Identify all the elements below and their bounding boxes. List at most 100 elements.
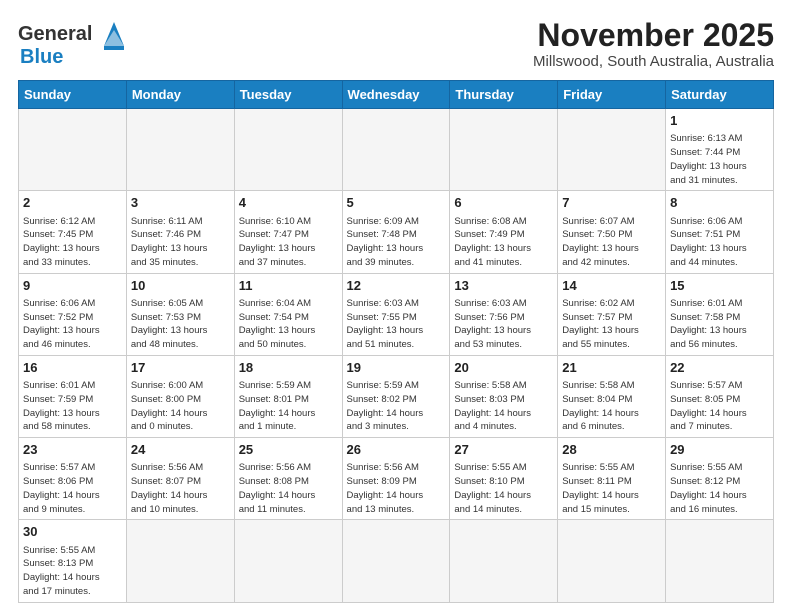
table-row: 25Sunrise: 5:56 AM Sunset: 8:08 PM Dayli… [234, 438, 342, 520]
day-number: 7 [562, 194, 661, 212]
day-info: Sunrise: 6:07 AM Sunset: 7:50 PM Dayligh… [562, 215, 661, 270]
table-row [450, 520, 558, 602]
day-number: 15 [670, 277, 769, 295]
col-wednesday: Wednesday [342, 81, 450, 109]
day-number: 28 [562, 441, 661, 459]
col-friday: Friday [558, 81, 666, 109]
day-number: 29 [670, 441, 769, 459]
calendar-week-row: 2 Sunrise: 6:12 AM Sunset: 7:45 PM Daylig… [19, 191, 774, 273]
day-number: 27 [454, 441, 553, 459]
table-row: 15 Sunrise: 6:01 AM Sunset: 7:58 PM Dayli… [666, 273, 774, 355]
day-number: 19 [347, 359, 446, 377]
day-number: 21 [562, 359, 661, 377]
day-number: 12 [347, 277, 446, 295]
table-row [234, 520, 342, 602]
day-info: Sunrise: 6:12 AM Sunset: 7:45 PM Dayligh… [23, 215, 122, 270]
table-row: 19 Sunrise: 5:59 AM Sunset: 8:02 PM Dayli… [342, 355, 450, 437]
day-info: Sunrise: 6:11 AM Sunset: 7:46 PM Dayligh… [131, 215, 230, 270]
table-row: 21Sunrise: 5:58 AM Sunset: 8:04 PM Dayli… [558, 355, 666, 437]
table-row: 9Sunrise: 6:06 AM Sunset: 7:52 PM Daylig… [19, 273, 127, 355]
col-monday: Monday [126, 81, 234, 109]
table-row: 29Sunrise: 5:55 AM Sunset: 8:12 PM Dayli… [666, 438, 774, 520]
page: General Blue November 2025 Millswood, So… [0, 0, 792, 613]
table-row: 6 Sunrise: 6:08 AM Sunset: 7:49 PM Daylig… [450, 191, 558, 273]
table-row: 1 Sunrise: 6:13 AM Sunset: 7:44 PM Daylig… [666, 109, 774, 191]
day-info: Sunrise: 6:00 AM Sunset: 8:00 PM Dayligh… [131, 379, 230, 434]
day-info: Sunrise: 5:57 AM Sunset: 8:06 PM Dayligh… [23, 461, 122, 516]
day-number: 2 [23, 194, 122, 212]
day-info: Sunrise: 5:56 AM Sunset: 8:07 PM Dayligh… [131, 461, 230, 516]
day-number: 8 [670, 194, 769, 212]
table-row [342, 520, 450, 602]
table-row: 28Sunrise: 5:55 AM Sunset: 8:11 PM Dayli… [558, 438, 666, 520]
day-info: Sunrise: 6:03 AM Sunset: 7:56 PM Dayligh… [454, 297, 553, 352]
day-info: Sunrise: 6:03 AM Sunset: 7:55 PM Dayligh… [347, 297, 446, 352]
day-info: Sunrise: 5:55 AM Sunset: 8:13 PM Dayligh… [23, 544, 122, 599]
day-number: 6 [454, 194, 553, 212]
calendar-title: November 2025 [533, 18, 774, 53]
col-thursday: Thursday [450, 81, 558, 109]
table-row: 7 Sunrise: 6:07 AM Sunset: 7:50 PM Daylig… [558, 191, 666, 273]
table-row: 14Sunrise: 6:02 AM Sunset: 7:57 PM Dayli… [558, 273, 666, 355]
logo-bird-icon [96, 18, 132, 50]
table-row [450, 109, 558, 191]
day-info: Sunrise: 6:01 AM Sunset: 7:58 PM Dayligh… [670, 297, 769, 352]
table-row [126, 109, 234, 191]
title-block: November 2025 Millswood, South Australia… [533, 18, 774, 70]
day-number: 22 [670, 359, 769, 377]
day-info: Sunrise: 6:09 AM Sunset: 7:48 PM Dayligh… [347, 215, 446, 270]
day-number: 26 [347, 441, 446, 459]
day-number: 30 [23, 523, 122, 541]
calendar-week-row: 16Sunrise: 6:01 AM Sunset: 7:59 PM Dayli… [19, 355, 774, 437]
day-info: Sunrise: 6:13 AM Sunset: 7:44 PM Dayligh… [670, 132, 769, 187]
table-row: 22 Sunrise: 5:57 AM Sunset: 8:05 PM Dayli… [666, 355, 774, 437]
table-row [666, 520, 774, 602]
table-row: 27 Sunrise: 5:55 AM Sunset: 8:10 PM Dayli… [450, 438, 558, 520]
table-row [558, 520, 666, 602]
calendar-subtitle: Millswood, South Australia, Australia [533, 53, 774, 70]
day-info: Sunrise: 6:02 AM Sunset: 7:57 PM Dayligh… [562, 297, 661, 352]
table-row: 20 Sunrise: 5:58 AM Sunset: 8:03 PM Dayli… [450, 355, 558, 437]
day-info: Sunrise: 5:56 AM Sunset: 8:09 PM Dayligh… [347, 461, 446, 516]
table-row: 2 Sunrise: 6:12 AM Sunset: 7:45 PM Daylig… [19, 191, 127, 273]
table-row: 8Sunrise: 6:06 AM Sunset: 7:51 PM Daylig… [666, 191, 774, 273]
logo-blue-text: Blue [20, 46, 63, 68]
day-number: 18 [239, 359, 338, 377]
table-row: 16Sunrise: 6:01 AM Sunset: 7:59 PM Dayli… [19, 355, 127, 437]
table-row: 13 Sunrise: 6:03 AM Sunset: 7:56 PM Dayli… [450, 273, 558, 355]
table-row: 23Sunrise: 5:57 AM Sunset: 8:06 PM Dayli… [19, 438, 127, 520]
day-number: 20 [454, 359, 553, 377]
calendar-week-row: 1 Sunrise: 6:13 AM Sunset: 7:44 PM Daylig… [19, 109, 774, 191]
table-row [558, 109, 666, 191]
day-info: Sunrise: 5:59 AM Sunset: 8:02 PM Dayligh… [347, 379, 446, 434]
calendar-table: Sunday Monday Tuesday Wednesday Thursday… [18, 80, 774, 603]
table-row [234, 109, 342, 191]
day-info: Sunrise: 6:01 AM Sunset: 7:59 PM Dayligh… [23, 379, 122, 434]
table-row: 5 Sunrise: 6:09 AM Sunset: 7:48 PM Daylig… [342, 191, 450, 273]
header: General Blue November 2025 Millswood, So… [18, 18, 774, 70]
day-number: 4 [239, 194, 338, 212]
day-info: Sunrise: 6:10 AM Sunset: 7:47 PM Dayligh… [239, 215, 338, 270]
day-number: 10 [131, 277, 230, 295]
day-number: 17 [131, 359, 230, 377]
day-number: 3 [131, 194, 230, 212]
day-number: 5 [347, 194, 446, 212]
logo-general-text: General [18, 23, 92, 46]
day-number: 1 [670, 112, 769, 130]
day-info: Sunrise: 5:55 AM Sunset: 8:10 PM Dayligh… [454, 461, 553, 516]
calendar-week-row: 9Sunrise: 6:06 AM Sunset: 7:52 PM Daylig… [19, 273, 774, 355]
day-info: Sunrise: 6:05 AM Sunset: 7:53 PM Dayligh… [131, 297, 230, 352]
day-number: 13 [454, 277, 553, 295]
day-info: Sunrise: 5:58 AM Sunset: 8:03 PM Dayligh… [454, 379, 553, 434]
day-number: 25 [239, 441, 338, 459]
day-info: Sunrise: 6:04 AM Sunset: 7:54 PM Dayligh… [239, 297, 338, 352]
table-row [126, 520, 234, 602]
table-row: 4 Sunrise: 6:10 AM Sunset: 7:47 PM Daylig… [234, 191, 342, 273]
day-info: Sunrise: 5:59 AM Sunset: 8:01 PM Dayligh… [239, 379, 338, 434]
day-info: Sunrise: 5:57 AM Sunset: 8:05 PM Dayligh… [670, 379, 769, 434]
day-info: Sunrise: 6:08 AM Sunset: 7:49 PM Dayligh… [454, 215, 553, 270]
table-row: 24 Sunrise: 5:56 AM Sunset: 8:07 PM Dayli… [126, 438, 234, 520]
day-number: 24 [131, 441, 230, 459]
table-row: 12 Sunrise: 6:03 AM Sunset: 7:55 PM Dayli… [342, 273, 450, 355]
table-row [342, 109, 450, 191]
